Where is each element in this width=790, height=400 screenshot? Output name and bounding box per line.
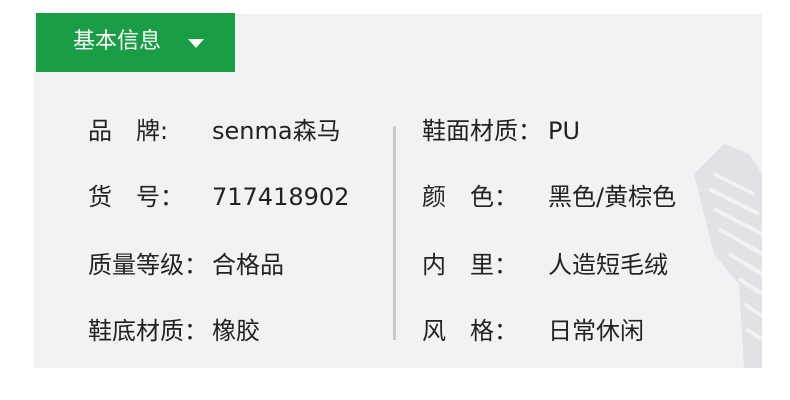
spec-value: 合格品	[212, 251, 284, 279]
spec-label: 鞋底材质：	[88, 317, 208, 345]
spec-value: 橡胶	[212, 317, 260, 345]
spec-value: PU	[548, 117, 581, 145]
spec-value: 日常休闲	[548, 317, 644, 345]
spec-value: senma森马	[212, 117, 341, 145]
caret-down-icon[interactable]	[188, 39, 204, 48]
spec-value: 黑色/黄棕色	[548, 183, 677, 211]
spec-label: 鞋面材质：	[422, 117, 542, 145]
spec-label: 内 里：	[422, 251, 518, 279]
spec-label: 货 号：	[88, 183, 184, 211]
spec-value: 717418902	[212, 183, 350, 211]
spec-label: 风 格：	[422, 317, 518, 345]
spec-label: 质量等级：	[88, 251, 208, 279]
basic-info-tab[interactable]: 基本信息	[36, 13, 235, 72]
spec-value: 人造短毛绒	[548, 251, 668, 279]
spec-label: 品 牌:	[88, 117, 169, 145]
tab-label: 基本信息	[73, 29, 162, 54]
spec-label: 颜 色：	[422, 183, 518, 211]
zebra-watermark-icon	[694, 144, 762, 368]
column-divider	[393, 126, 396, 340]
